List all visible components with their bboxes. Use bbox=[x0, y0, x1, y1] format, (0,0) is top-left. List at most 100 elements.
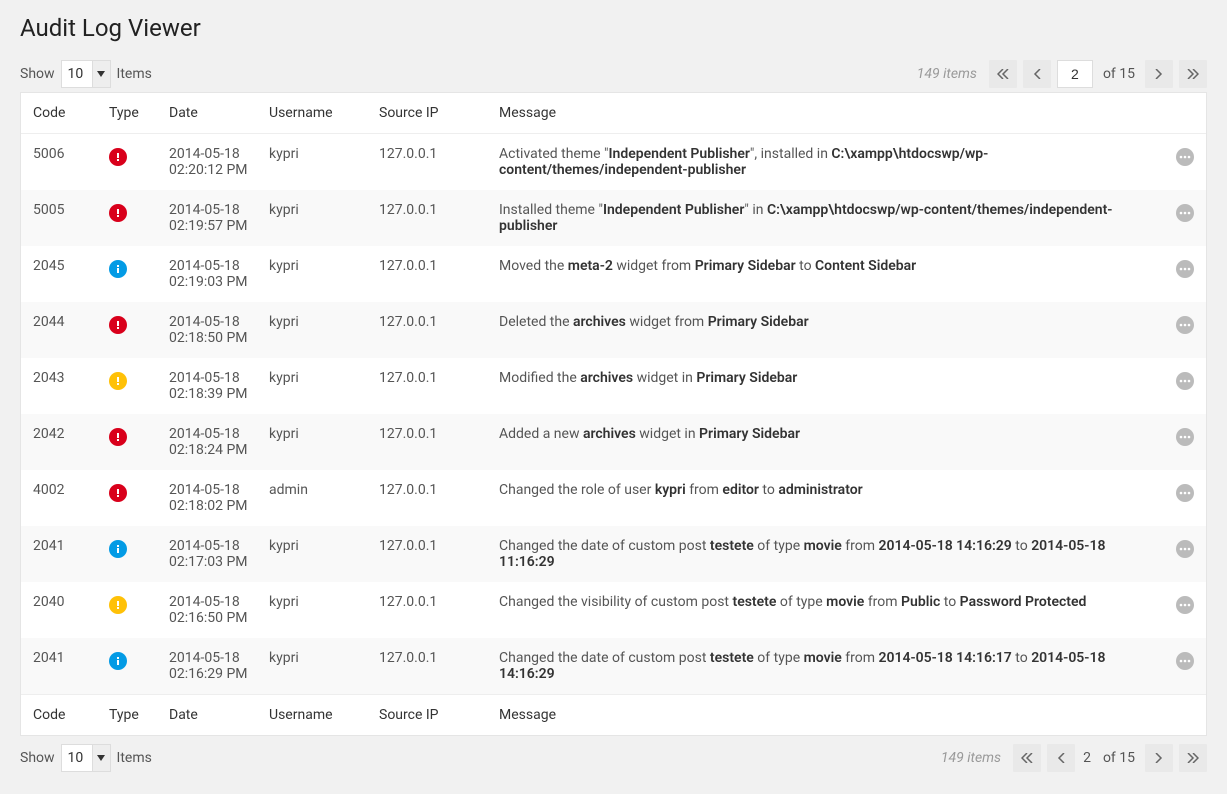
cell-date: 2014-05-1802:18:24 PM bbox=[161, 414, 261, 470]
toolbar-top: Show 10 Items 149 items of 15 bbox=[20, 60, 1207, 88]
header-type[interactable]: Type bbox=[101, 93, 161, 134]
header-user[interactable]: Username bbox=[261, 93, 371, 134]
of-text-bottom: of 15 bbox=[1099, 750, 1139, 766]
header-msg[interactable]: Message bbox=[491, 93, 1166, 134]
critical-icon bbox=[109, 484, 127, 502]
cell-ip: 127.0.0.1 bbox=[371, 638, 491, 695]
items-label-bottom: Items bbox=[117, 750, 152, 766]
warning-icon bbox=[109, 372, 127, 390]
table-row: 20402014-05-1802:16:50 PMkypri127.0.0.1C… bbox=[21, 582, 1206, 638]
footer-type[interactable]: Type bbox=[101, 695, 161, 736]
footer-msg[interactable]: Message bbox=[491, 695, 1166, 736]
show-label: Show bbox=[20, 66, 55, 82]
cell-date: 2014-05-1802:18:02 PM bbox=[161, 470, 261, 526]
items-count: 149 items bbox=[917, 66, 983, 82]
table-row: 4002 2014-05-1802:18:02 PMadmin127.0.0.1C… bbox=[21, 470, 1206, 526]
cell-ip: 127.0.0.1 bbox=[371, 470, 491, 526]
cell-user: kypri bbox=[261, 302, 371, 358]
info-icon bbox=[109, 652, 127, 670]
cell-actions bbox=[1166, 246, 1206, 302]
cell-ip: 127.0.0.1 bbox=[371, 414, 491, 470]
warning-icon bbox=[109, 596, 127, 614]
cell-user: kypri bbox=[261, 582, 371, 638]
cell-type bbox=[101, 582, 161, 638]
table-row: 20412014-05-1802:17:03 PMkypri127.0.0.1C… bbox=[21, 526, 1206, 582]
more-icon[interactable] bbox=[1176, 316, 1194, 334]
per-page-select[interactable]: 10 bbox=[61, 60, 111, 88]
cell-user: admin bbox=[261, 470, 371, 526]
cell-message: Activated theme "Independent Publisher",… bbox=[491, 134, 1166, 191]
next-page-button[interactable] bbox=[1145, 60, 1173, 88]
last-page-button[interactable] bbox=[1179, 60, 1207, 88]
cell-code: 2042 bbox=[21, 414, 101, 470]
footer-date[interactable]: Date bbox=[161, 695, 261, 736]
cell-message: Moved the meta-2 widget from Primary Sid… bbox=[491, 246, 1166, 302]
cell-date: 2014-05-1802:20:12 PM bbox=[161, 134, 261, 191]
first-page-button-bottom[interactable] bbox=[1013, 744, 1041, 772]
cell-ip: 127.0.0.1 bbox=[371, 582, 491, 638]
cell-actions bbox=[1166, 638, 1206, 695]
more-icon[interactable] bbox=[1176, 204, 1194, 222]
cell-type bbox=[101, 302, 161, 358]
table-row: 50052014-05-1802:19:57 PMkypri127.0.0.1I… bbox=[21, 190, 1206, 246]
cell-code: 5006 bbox=[21, 134, 101, 191]
cell-type bbox=[101, 190, 161, 246]
toolbar-bottom: Show 10 Items 149 items 2 of 15 bbox=[20, 744, 1207, 772]
cell-user: kypri bbox=[261, 526, 371, 582]
cell-code: 2043 bbox=[21, 358, 101, 414]
page-input[interactable] bbox=[1057, 60, 1093, 88]
cell-user: kypri bbox=[261, 638, 371, 695]
cell-ip: 127.0.0.1 bbox=[371, 246, 491, 302]
prev-page-button-bottom[interactable] bbox=[1047, 744, 1075, 772]
cell-date: 2014-05-1802:19:57 PM bbox=[161, 190, 261, 246]
cell-actions bbox=[1166, 470, 1206, 526]
first-page-button[interactable] bbox=[989, 60, 1017, 88]
more-icon[interactable] bbox=[1176, 148, 1194, 166]
info-icon bbox=[109, 260, 127, 278]
cell-type bbox=[101, 526, 161, 582]
more-icon[interactable] bbox=[1176, 652, 1194, 670]
cell-message: Changed the date of custom post testete … bbox=[491, 638, 1166, 695]
critical-icon bbox=[109, 316, 127, 334]
chevron-down-icon bbox=[92, 61, 110, 87]
critical-icon bbox=[109, 204, 127, 222]
last-page-button-bottom[interactable] bbox=[1179, 744, 1207, 772]
cell-date: 2014-05-1802:16:29 PM bbox=[161, 638, 261, 695]
more-icon[interactable] bbox=[1176, 596, 1194, 614]
items-label: Items bbox=[117, 66, 152, 82]
cell-user: kypri bbox=[261, 358, 371, 414]
audit-log-table: Code Type Date Username Source IP Messag… bbox=[20, 92, 1207, 736]
cell-message: Changed the visibility of custom post te… bbox=[491, 582, 1166, 638]
per-page-value: 10 bbox=[62, 66, 92, 82]
table-row: 50062014-05-1802:20:12 PMkypri127.0.0.1A… bbox=[21, 134, 1206, 191]
cell-actions bbox=[1166, 302, 1206, 358]
table-row: 20442014-05-1802:18:50 PMkypri127.0.0.1D… bbox=[21, 302, 1206, 358]
cell-date: 2014-05-1802:18:50 PM bbox=[161, 302, 261, 358]
per-page-select-bottom[interactable]: 10 bbox=[61, 744, 111, 772]
prev-page-button[interactable] bbox=[1023, 60, 1051, 88]
next-page-button-bottom[interactable] bbox=[1145, 744, 1173, 772]
more-icon[interactable] bbox=[1176, 428, 1194, 446]
more-icon[interactable] bbox=[1176, 260, 1194, 278]
more-icon[interactable] bbox=[1176, 484, 1194, 502]
footer-ip[interactable]: Source IP bbox=[371, 695, 491, 736]
cell-code: 4002 bbox=[21, 470, 101, 526]
header-date[interactable]: Date bbox=[161, 93, 261, 134]
more-icon[interactable] bbox=[1176, 540, 1194, 558]
cell-message: Changed the role of user kypri from edit… bbox=[491, 470, 1166, 526]
cell-code: 2045 bbox=[21, 246, 101, 302]
header-ip[interactable]: Source IP bbox=[371, 93, 491, 134]
footer-code[interactable]: Code bbox=[21, 695, 101, 736]
header-code[interactable]: Code bbox=[21, 93, 101, 134]
cell-user: kypri bbox=[261, 414, 371, 470]
cell-user: kypri bbox=[261, 190, 371, 246]
cell-code: 5005 bbox=[21, 190, 101, 246]
footer-user[interactable]: Username bbox=[261, 695, 371, 736]
cell-ip: 127.0.0.1 bbox=[371, 190, 491, 246]
cell-actions bbox=[1166, 414, 1206, 470]
more-icon[interactable] bbox=[1176, 372, 1194, 390]
cell-type bbox=[101, 638, 161, 695]
items-count-bottom: 149 items bbox=[941, 750, 1007, 766]
cell-type bbox=[101, 246, 161, 302]
critical-icon bbox=[109, 428, 127, 446]
